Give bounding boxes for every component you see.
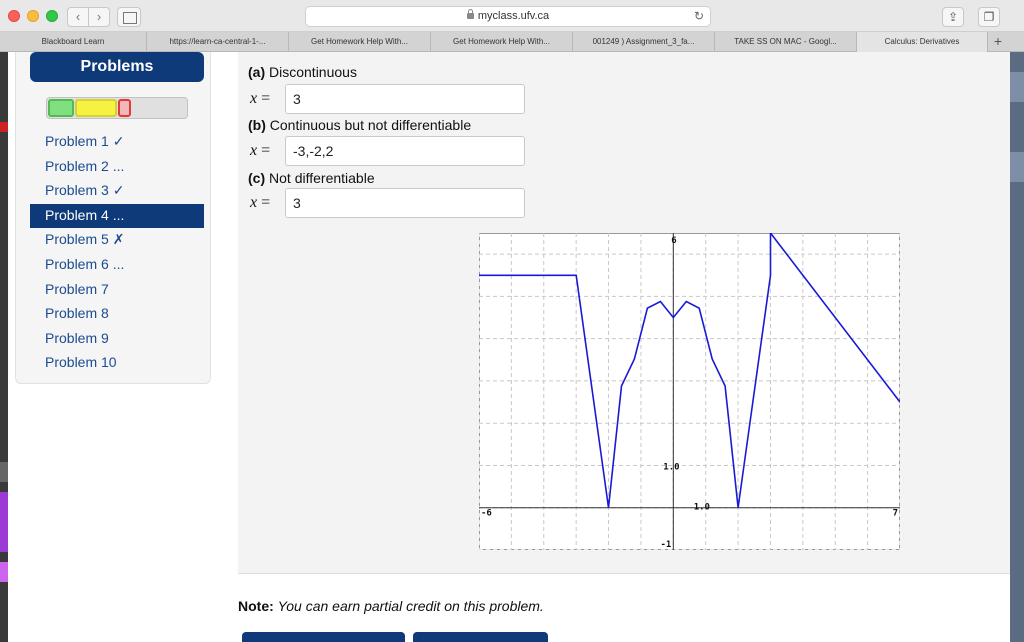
problem-link-1[interactable]: Problem 1 ✓ — [30, 130, 204, 155]
bg-stripe — [1010, 152, 1024, 182]
question-b-text: Continuous but not differentiable — [269, 117, 472, 133]
share-icon: ⇪ — [947, 10, 959, 24]
y-min-label: -1 — [660, 540, 671, 550]
question-a-label: (a) Discontinuous — [248, 64, 357, 80]
reload-icon[interactable]: ↻ — [694, 7, 704, 26]
problem-list: Problem 1 ✓ Problem 2 ... Problem 3 ✓ Pr… — [30, 130, 204, 376]
zoom-window-button[interactable] — [46, 10, 58, 22]
browser-titlebar: ‹ › myclass.ufv.ca ↻ ⇪ ❐ — [0, 0, 1024, 32]
bg-stripe — [0, 562, 8, 582]
progress-partial — [75, 99, 117, 117]
bg-stripe — [0, 122, 8, 132]
x-tick-label: 1.0 — [694, 503, 710, 513]
tabs-icon: ❐ — [983, 10, 995, 24]
url-text: myclass.ufv.ca — [477, 10, 550, 22]
tab-take-ss[interactable]: TAKE SS ON MAC - Googl... — [715, 32, 857, 52]
note-label: Note: — [238, 598, 274, 614]
question-b-var: x — [250, 142, 258, 159]
equals-sign: = — [261, 194, 271, 211]
problem-link-5[interactable]: Problem 5 ✗ — [30, 228, 204, 253]
progress-incorrect — [118, 99, 131, 117]
problem-link-7[interactable]: Problem 7 — [30, 278, 204, 303]
question-b-part: (b) — [248, 117, 266, 133]
tab-bar: Blackboard Learn https://learn-ca-centra… — [0, 32, 1024, 52]
minimize-window-button[interactable] — [27, 10, 39, 22]
tab-homework-help-2[interactable]: Get Homework Help With... — [431, 32, 573, 52]
page-content: Problems Problem 1 ✓ Problem 2 ... Probl… — [8, 52, 1010, 642]
lock-icon — [466, 9, 474, 19]
chevron-left-icon: ‹ — [75, 9, 81, 24]
problems-button[interactable]: Problems — [30, 52, 204, 82]
problem-link-10[interactable]: Problem 10 — [30, 351, 204, 376]
question-c-text: Not differentiable — [269, 170, 375, 186]
chevron-right-icon: › — [96, 9, 102, 24]
question-a-var: x — [250, 90, 258, 107]
x-max-label: 7 — [893, 509, 898, 519]
x-min-label: -6 — [481, 509, 492, 519]
question-c-label: (c) Not differentiable — [248, 170, 375, 186]
bg-stripe — [0, 462, 8, 482]
tab-learn-ca[interactable]: https://learn-ca-central-1-... — [147, 32, 289, 52]
y-max-label: 6 — [671, 236, 676, 246]
close-window-button[interactable] — [8, 10, 20, 22]
progress-bar — [46, 97, 188, 119]
new-tab-button[interactable]: + — [990, 32, 1006, 52]
question-b-equation: x = — [250, 142, 270, 160]
problem-link-3[interactable]: Problem 3 ✓ — [30, 179, 204, 204]
graph-frame — [479, 233, 900, 550]
preview-button[interactable] — [413, 632, 548, 642]
question-c-part: (c) — [248, 170, 266, 186]
progress-correct — [48, 99, 74, 117]
show-tabs-button[interactable]: ❐ — [978, 7, 1000, 27]
bg-stripe — [0, 492, 8, 552]
answer-input-c[interactable]: 3 — [285, 188, 525, 218]
problem-link-2[interactable]: Problem 2 ... — [30, 155, 204, 180]
question-c-equation: x = — [250, 194, 270, 212]
note-text: You can earn partial credit on this prob… — [277, 598, 544, 614]
address-bar[interactable]: myclass.ufv.ca ↻ — [305, 6, 711, 27]
y-tick-label: 1.0 — [663, 462, 679, 472]
equals-sign: = — [261, 142, 271, 159]
forward-button[interactable]: › — [88, 7, 110, 27]
function-graph: -6 7 6 -1 1.0 1.0 — [479, 233, 900, 550]
problem-link-6[interactable]: Problem 6 ... — [30, 253, 204, 278]
share-button[interactable]: ⇪ — [942, 7, 964, 27]
problem-link-9[interactable]: Problem 9 — [30, 327, 204, 352]
tab-calculus-derivatives[interactable]: Calculus: Derivatives — [857, 32, 988, 52]
submit-button[interactable] — [242, 632, 405, 642]
question-a-part: (a) — [248, 64, 266, 80]
tab-assignment[interactable]: 001249 ) Assignment_3_fa... — [573, 32, 715, 52]
equals-sign: = — [261, 90, 271, 107]
plus-icon: + — [993, 33, 1003, 49]
problem-content: (a) Discontinuous x = 3 (b) Continuous b… — [238, 52, 1010, 574]
tab-blackboard[interactable]: Blackboard Learn — [0, 32, 147, 52]
problem-link-8[interactable]: Problem 8 — [30, 302, 204, 327]
sidebar-toggle-button[interactable] — [117, 7, 141, 27]
question-a-equation: x = — [250, 90, 270, 108]
problems-sidebar: Problems Problem 1 ✓ Problem 2 ... Probl… — [15, 52, 211, 384]
background-window-right — [1010, 52, 1024, 642]
question-b-label: (b) Continuous but not differentiable — [248, 117, 471, 133]
tab-homework-help-1[interactable]: Get Homework Help With... — [289, 32, 431, 52]
bg-stripe — [1010, 72, 1024, 102]
back-button[interactable]: ‹ — [67, 7, 89, 27]
background-window-left — [0, 52, 8, 642]
question-c-var: x — [250, 194, 258, 211]
partial-credit-note: Note: You can earn partial credit on thi… — [238, 598, 544, 614]
answer-input-a[interactable]: 3 — [285, 84, 525, 114]
answer-input-b[interactable]: -3,-2,2 — [285, 136, 525, 166]
problem-link-4[interactable]: Problem 4 ... — [30, 203, 204, 229]
question-a-text: Discontinuous — [269, 64, 357, 80]
